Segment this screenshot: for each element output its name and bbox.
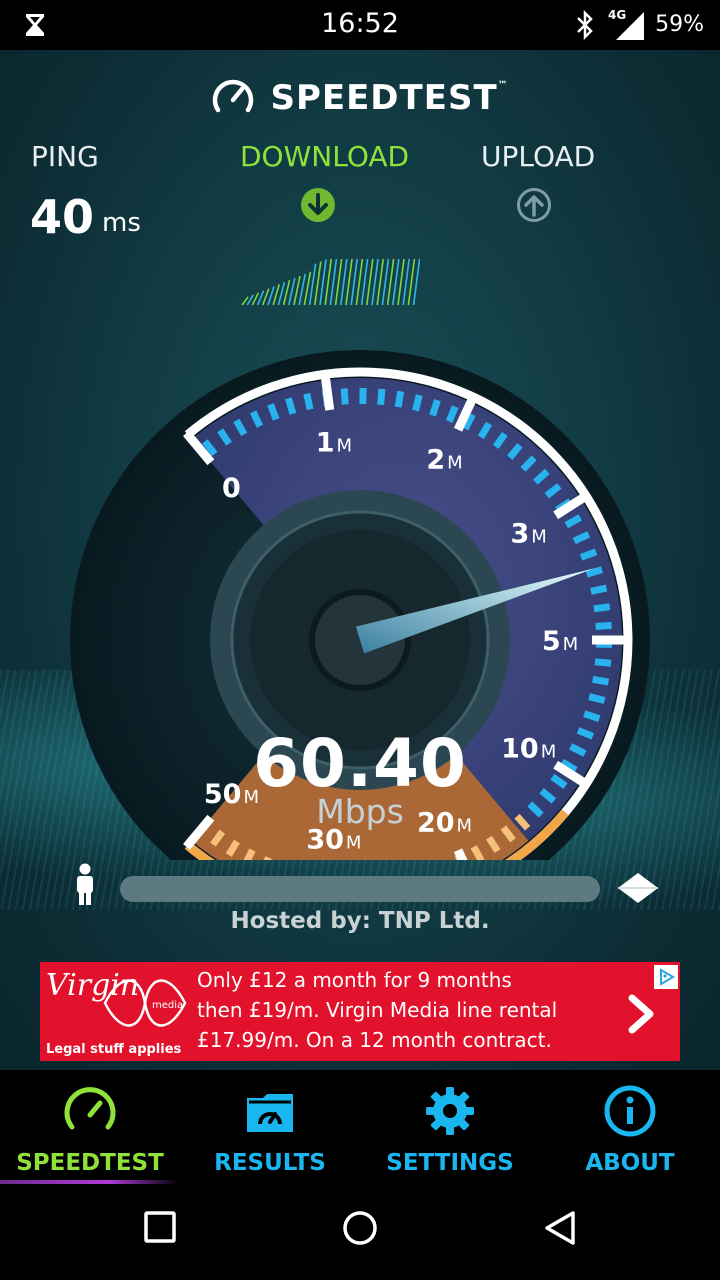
ping-unit: ms	[102, 208, 141, 238]
speedometer-icon	[211, 76, 255, 120]
bottom-tab-bar: SPEEDTEST RESULTS SETTINGS ABOUT	[0, 1070, 720, 1184]
graph-bar	[360, 258, 369, 306]
home-circle-icon[interactable]	[342, 1210, 378, 1250]
graph-bar	[308, 263, 317, 306]
graph-bar	[340, 258, 348, 306]
graph-bar	[376, 258, 384, 306]
network-type: 4G	[608, 8, 627, 22]
gauge-dash	[594, 658, 612, 667]
graph-bar	[256, 290, 265, 306]
system-nav-bar	[0, 1184, 720, 1280]
status-bar: 16:52 4G 59%	[0, 0, 720, 50]
download-speed-value: 60.40	[253, 725, 467, 802]
graph-bar	[251, 292, 260, 306]
download-speed-graph	[241, 258, 420, 306]
graph-bar	[366, 258, 374, 306]
gauge-dash	[394, 390, 405, 408]
gauge-dash	[377, 388, 386, 406]
recents-square-icon[interactable]	[143, 1210, 177, 1248]
info-icon	[603, 1084, 657, 1142]
svg-text:media: media	[152, 1000, 183, 1011]
tab-speedtest[interactable]: SPEEDTEST	[0, 1070, 180, 1184]
graph-bar	[355, 258, 364, 306]
tab-speedtest-label: SPEEDTEST	[16, 1150, 164, 1176]
download-arrow-icon	[300, 187, 336, 227]
app-title: SPEEDTEST™	[270, 78, 509, 118]
gauge-dash	[590, 584, 608, 595]
person-icon	[74, 863, 96, 911]
gauge-dash	[588, 693, 606, 704]
graph-bar	[334, 258, 343, 306]
gauge-dash	[340, 388, 349, 405]
test-progress-bar	[120, 876, 600, 902]
adchoices-icon[interactable]	[654, 965, 678, 989]
gauge-dash	[412, 394, 423, 412]
graph-bar	[407, 258, 416, 306]
download-label: DOWNLOAD	[240, 140, 410, 173]
graph-bar	[397, 258, 405, 306]
gauge-dash	[583, 710, 601, 723]
tab-results[interactable]: RESULTS	[180, 1070, 360, 1184]
app-logo: SPEEDTEST™	[0, 76, 720, 120]
graph-bar	[402, 258, 410, 306]
gauge-dash	[585, 566, 603, 578]
gauge-dash	[592, 675, 610, 686]
gauge-major-tick	[320, 371, 335, 411]
ad-line: £17.99/m. On a 12 month contract.	[197, 1028, 552, 1052]
ad-copy: Only £12 a month for 9 months then £19/m…	[197, 965, 597, 1055]
gauge-dash	[429, 399, 441, 417]
ad-banner[interactable]: Virgin media Legal stuff applies Only £1…	[40, 962, 680, 1061]
tab-settings-label: SETTINGS	[386, 1150, 514, 1176]
battery-level: 59%	[655, 12, 704, 37]
tab-results-label: RESULTS	[214, 1150, 326, 1176]
download-speed-unit: Mbps	[316, 792, 404, 831]
graph-bar	[371, 258, 379, 306]
gauge-dash	[595, 621, 612, 630]
bluetooth-icon	[574, 9, 596, 44]
back-triangle-icon[interactable]	[542, 1210, 578, 1250]
graph-bar	[345, 258, 353, 306]
graph-bar	[381, 258, 390, 306]
graph-bar	[350, 258, 358, 306]
gauge-dash	[303, 392, 314, 411]
speedometer-tab-icon	[63, 1084, 117, 1142]
graph-bar	[329, 258, 338, 306]
speedtest-screen: SPEEDTEST™ PING DOWNLOAD UPLOAD 40 ms 0 …	[0, 50, 720, 1070]
tab-about[interactable]: ABOUT	[540, 1070, 720, 1184]
graph-bar	[386, 258, 395, 306]
ad-chevron-right-icon[interactable]	[624, 994, 656, 1038]
graph-bar	[412, 258, 420, 306]
results-folder-icon	[243, 1084, 297, 1142]
tab-about-label: ABOUT	[585, 1150, 675, 1176]
upload-arrow-icon	[516, 187, 552, 227]
hosted-by-text: Hosted by: TNP Ltd.	[230, 908, 490, 934]
graph-bar	[324, 258, 332, 306]
upload-label: UPLOAD	[481, 140, 596, 173]
gauge-dash	[593, 603, 611, 613]
ad-disclaimer: Legal stuff applies	[46, 1042, 182, 1057]
tab-settings[interactable]: SETTINGS	[360, 1070, 540, 1184]
server-icon	[616, 871, 660, 909]
graph-bar	[392, 258, 400, 306]
ping-label: PING	[31, 140, 99, 173]
gauge-dash	[285, 397, 297, 415]
gauge-tick-label: 0	[222, 473, 241, 504]
ping-value: 40	[30, 190, 95, 244]
ad-line: then £19/m. Virgin Media line rental	[197, 998, 558, 1022]
ad-line: Only £12 a month for 9 months	[197, 968, 512, 992]
virgin-media-ring-icon: media	[100, 968, 190, 1042]
gear-icon	[423, 1084, 477, 1142]
